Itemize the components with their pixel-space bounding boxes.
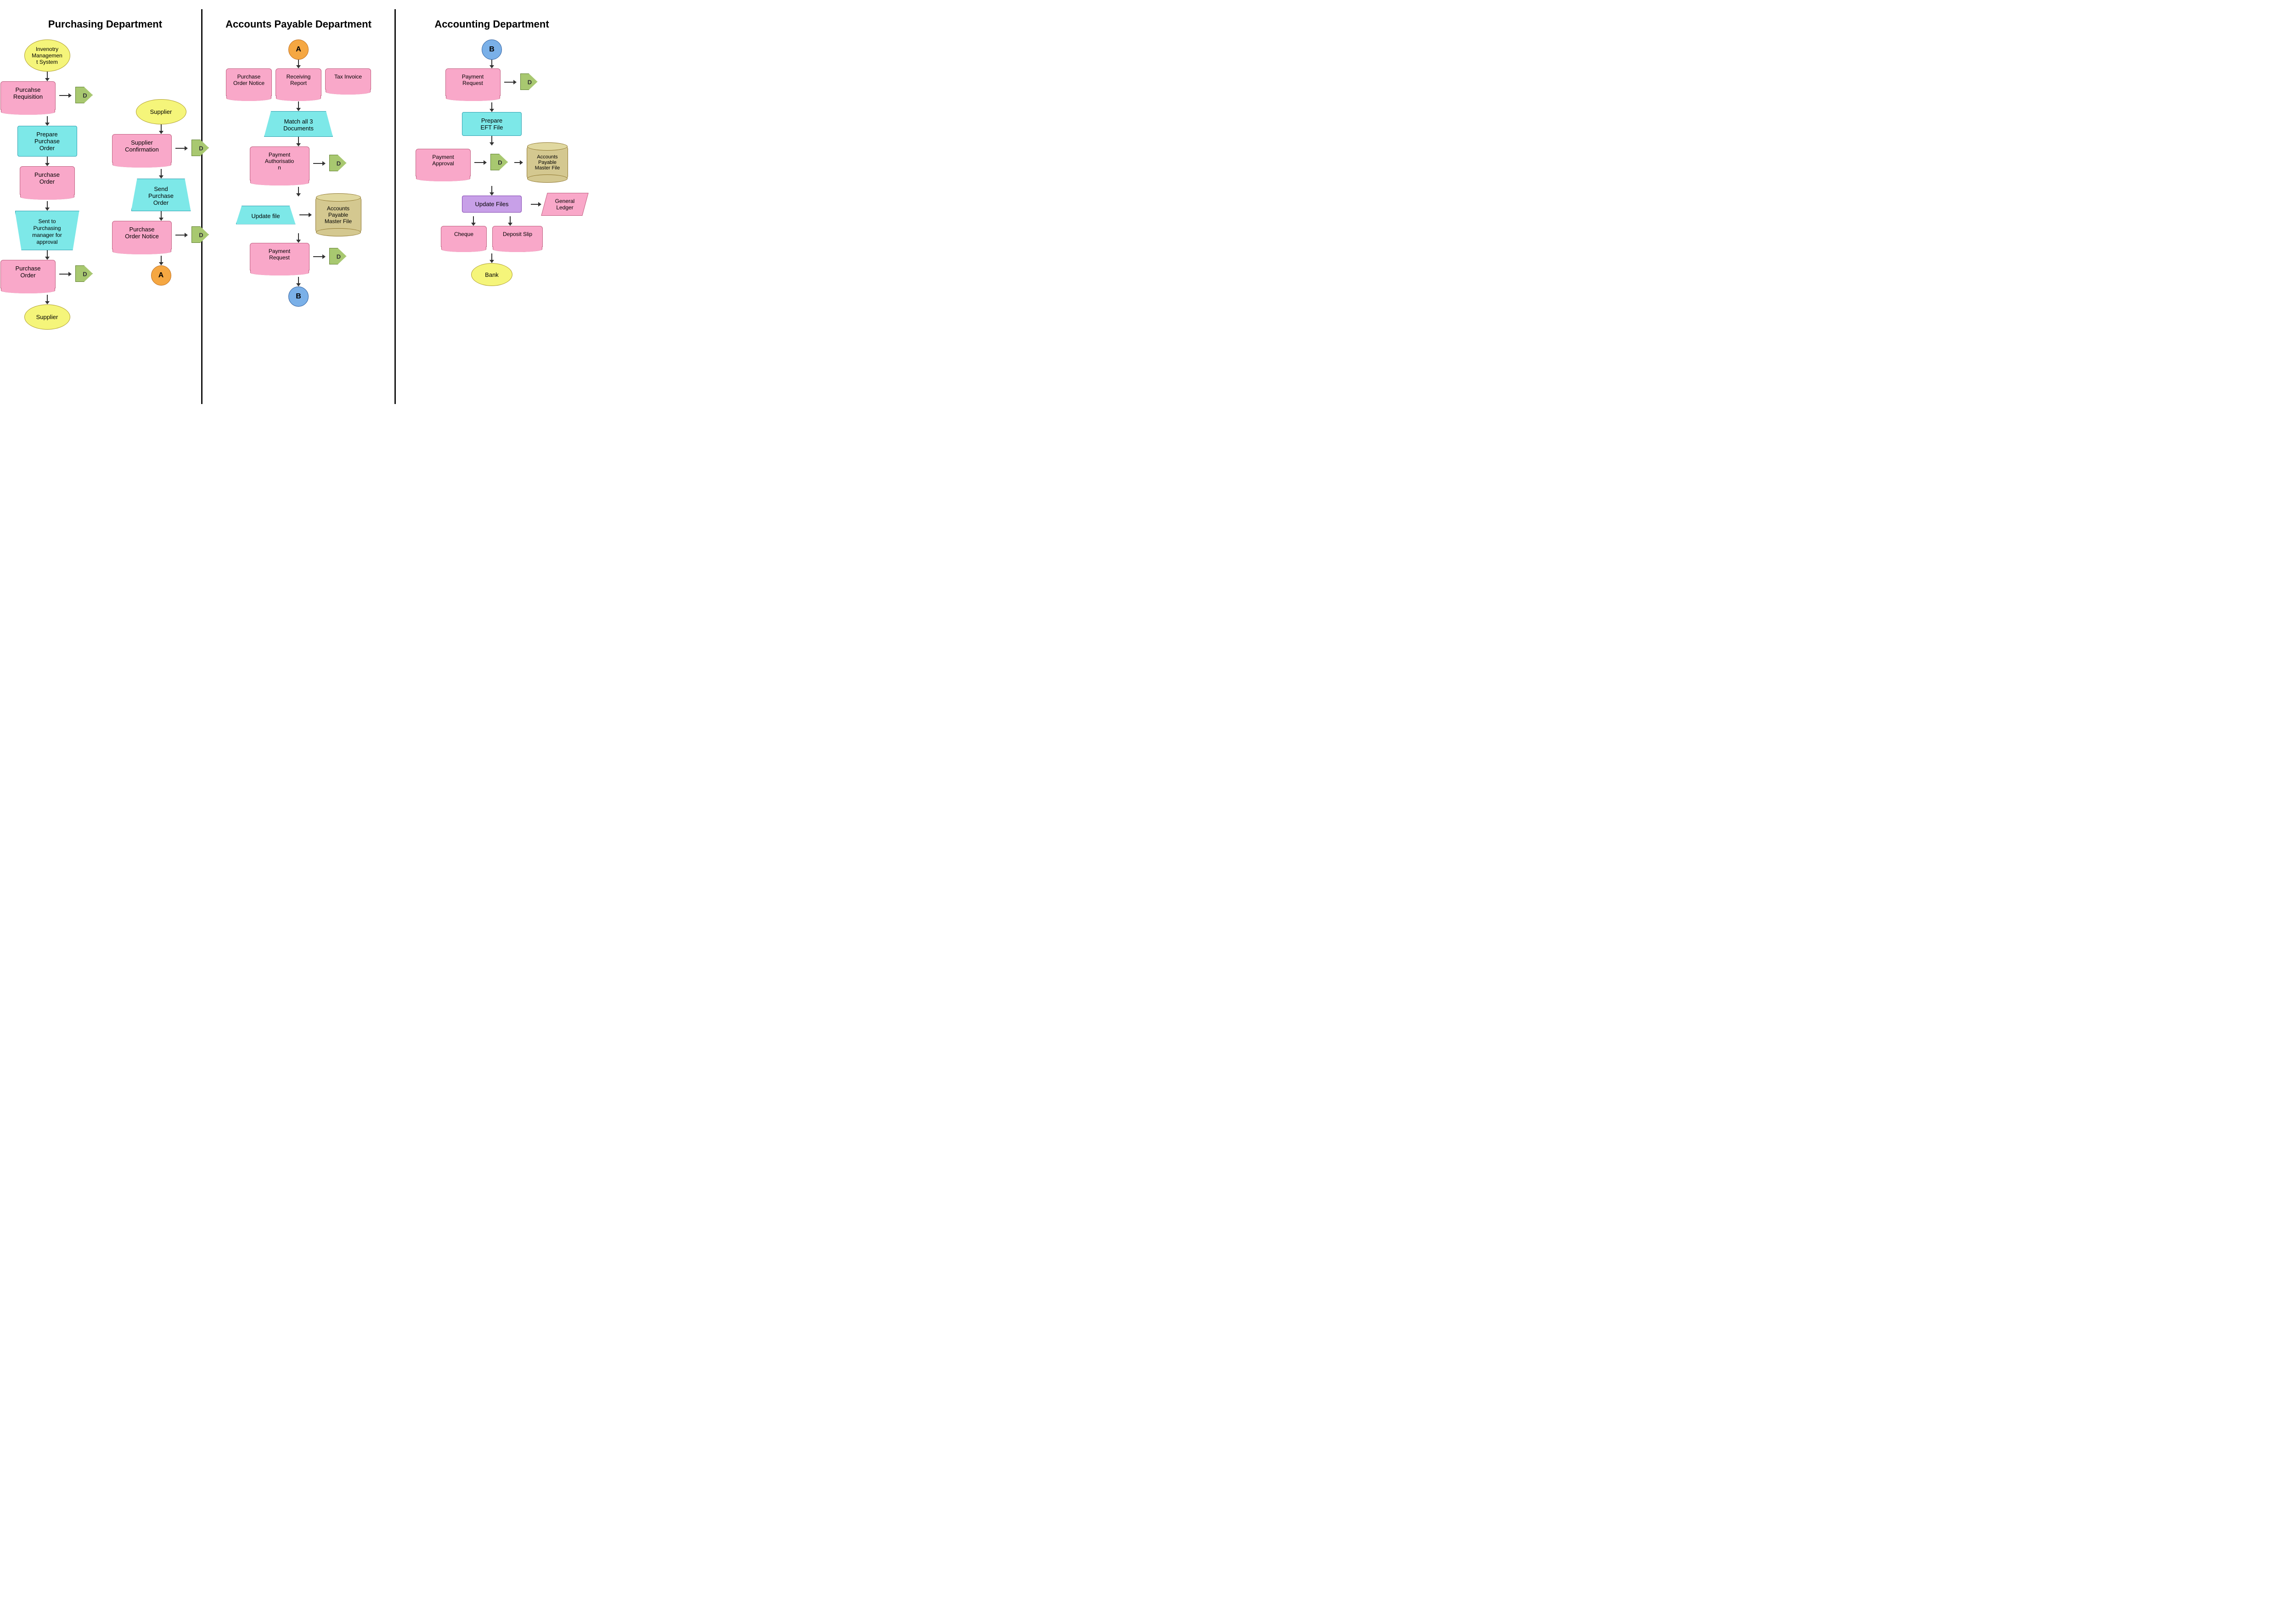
circle-a-ap-label: A — [296, 45, 301, 54]
payment-approval-label: Payment Approval — [432, 154, 454, 167]
circle-a-ap: A — [288, 39, 309, 60]
pra-d-shape: D — [520, 73, 539, 91]
prepare-po: Prepare Purchase Order — [17, 126, 77, 157]
po-notice-ap: Purchase Order Notice — [226, 68, 272, 96]
papp-d-arrow — [474, 160, 487, 165]
supplier-label: Supplier — [36, 314, 58, 320]
purchasing-right-col: Supplier Supplier Confirmation D — [112, 39, 210, 330]
cheque: Cheque — [441, 226, 487, 247]
supplier-confirmation: Supplier Confirmation — [112, 134, 172, 163]
req-d-arrow — [59, 93, 72, 98]
payment-auth-label: Payment Authorisatio n — [265, 152, 294, 171]
update-files: Update Files General Ledger — [462, 196, 522, 213]
purchase-requisition: Purcahse Requisition — [0, 81, 56, 110]
ap-title: Accounts Payable Department — [209, 18, 388, 30]
bank-label: Bank — [485, 271, 499, 278]
requisition-label: Purcahse Requisition — [13, 86, 43, 100]
accounting-title: Accounting Department — [403, 18, 581, 30]
general-ledger: General Ledger — [541, 193, 588, 216]
diagram-container: Purchasing Department Invenotry Manageme… — [9, 9, 588, 404]
supplier-oval-r: Supplier — [136, 99, 186, 124]
circle-b-ap: B — [288, 286, 309, 307]
uf-arrow — [299, 213, 312, 217]
po-notice-label: Purchase Order Notice — [125, 226, 159, 240]
circle-b-ap-label: B — [296, 292, 301, 301]
pa-d-shape: D — [329, 155, 348, 172]
send-po-label: Send Purchase Order — [148, 185, 174, 206]
prepare-eft-label: Prepare EFT File — [481, 117, 503, 131]
update-files-label: Update Files — [475, 201, 509, 208]
circle-b-acct-label: B — [489, 45, 495, 54]
papp-d-shape: D — [490, 154, 509, 171]
supplier-confirm-label: Supplier Confirmation — [125, 139, 159, 153]
cheque-deposit-row — [471, 216, 512, 226]
pr-d-arrow — [313, 254, 326, 259]
ap-master-ap: Accounts Payable Master File — [315, 197, 361, 233]
match-docs: Match all 3 Documents — [264, 111, 333, 137]
po-label: Purchase Order — [34, 171, 60, 185]
payment-request-acct: Payment Request — [445, 68, 501, 96]
tax-invoice-label: Tax Invoice — [334, 73, 362, 80]
receiving-report-label: Receiving Report — [287, 73, 311, 86]
ap-master-ap-label: Accounts Payable Master File — [325, 205, 352, 225]
payment-request-ap: Payment Request — [250, 243, 310, 270]
sc-d-arrow — [175, 146, 188, 151]
supplier-r-label: Supplier — [150, 108, 172, 115]
deposit-slip-label: Deposit Slip — [503, 231, 532, 237]
receiving-report: Receiving Report — [276, 68, 321, 96]
papp-right-arrow — [514, 160, 523, 165]
pon-d-arrow — [175, 233, 188, 237]
update-file-label: Update file — [251, 213, 280, 219]
circle-a-purch: A — [151, 265, 171, 286]
department-purchasing: Purchasing Department Invenotry Manageme… — [9, 9, 201, 404]
pa-d-arrow — [313, 161, 326, 166]
deposit-slip: Deposit Slip — [492, 226, 543, 247]
sent-to-purchasing: Sent to Purchasing manager for approval — [15, 211, 79, 250]
purchasing-left-col: Invenotry Managemen t System Purcahse Re… — [0, 39, 94, 330]
circle-b-acct: B — [482, 39, 502, 60]
bank-oval: Bank — [471, 263, 512, 286]
payment-request-ap-label: Payment Request — [269, 248, 290, 261]
general-ledger-connector: General Ledger — [531, 193, 585, 216]
sent-to-label: Sent to Purchasing manager for approval — [32, 218, 62, 245]
ap-master-acct: Accounts Payable Master File — [527, 146, 568, 180]
tax-invoice: Tax Invoice — [325, 68, 371, 90]
po2-d-arrow — [59, 272, 72, 276]
purchasing-title: Purchasing Department — [16, 18, 194, 30]
payment-approval: Payment Approval — [416, 149, 471, 176]
general-ledger-label: General Ledger — [548, 198, 581, 211]
update-file: Update file — [236, 206, 296, 225]
circle-a-purch-label: A — [158, 271, 164, 280]
cheque-deposit-docs: Cheque Deposit Slip — [441, 226, 543, 247]
po-notice-purch: Purchase Order Notice — [112, 221, 172, 249]
supplier-oval: Supplier — [24, 304, 70, 330]
prepare-eft: Prepare EFT File — [462, 112, 522, 136]
ap-master-acct-label: Accounts Payable Master File — [535, 154, 560, 171]
send-po: Send Purchase Order — [131, 179, 191, 211]
po-notice-ap-label: Purchase Order Notice — [233, 73, 264, 86]
payment-request-acct-label: Payment Request — [462, 73, 484, 86]
ims-label: Invenotry Managemen t System — [32, 46, 62, 65]
po2-label: Purchase Order — [16, 265, 41, 279]
pr-d-shape: D — [329, 248, 348, 265]
department-accounting: Accounting Department B Payment Request … — [396, 9, 588, 404]
po2-d-shape: D — [75, 265, 94, 283]
ims-shape: Invenotry Managemen t System — [24, 39, 70, 72]
match-docs-label: Match all 3 Documents — [283, 118, 314, 132]
purchase-order-1: Purchase Order — [20, 166, 75, 195]
pra-d-arrow — [504, 80, 517, 84]
cheque-label: Cheque — [454, 231, 473, 237]
payment-auth: Payment Authorisatio n — [250, 146, 310, 180]
three-docs-row: Purchase Order Notice Receiving Report T… — [226, 68, 371, 96]
req-d-shape: D — [75, 87, 94, 104]
prepare-po-label: Prepare Purchase Order — [34, 131, 60, 152]
department-ap: Accounts Payable Department A Purchase O… — [203, 9, 394, 404]
purchase-order-2: Purchase Order — [0, 260, 56, 288]
